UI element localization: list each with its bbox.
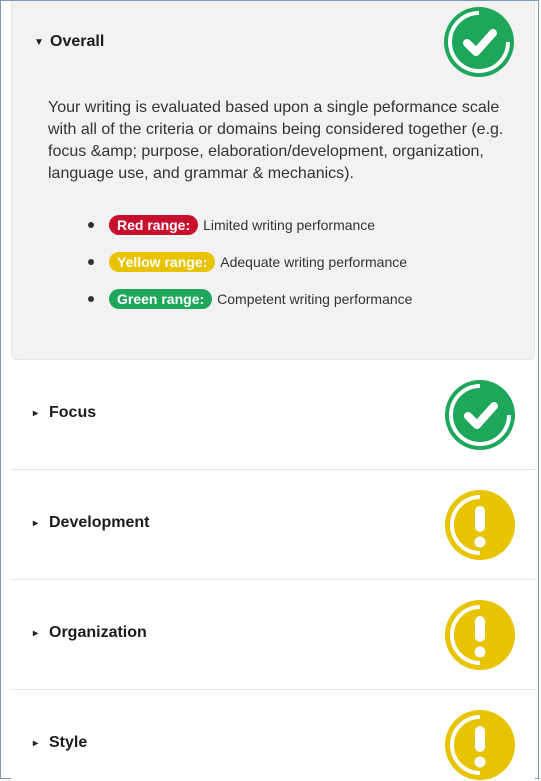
range-item-green: Green range: Competent writing performan… <box>82 280 412 317</box>
section-organization-header[interactable]: ▸ Organization <box>33 624 147 642</box>
caret-right-icon: ▸ <box>33 737 39 749</box>
section-style-title: Style <box>49 734 88 751</box>
yellow-range-badge: Yellow range: <box>109 251 216 272</box>
caret-right-icon: ▸ <box>33 407 39 419</box>
caret-right-icon: ▸ <box>33 517 39 529</box>
red-range-badge: Red range: <box>109 214 199 235</box>
exclamation-status-icon <box>445 600 515 670</box>
feedback-panel: ▼ Overall Your writing is evaluated base… <box>0 0 539 780</box>
range-item-red: Red range: Limited writing performance <box>82 206 412 243</box>
section-style-header[interactable]: ▸ Style <box>33 734 87 752</box>
yellow-range-text: Adequate writing performance <box>220 253 408 270</box>
caret-right-icon: ▸ <box>33 627 39 639</box>
section-focus[interactable]: ▸ Focus <box>11 360 535 470</box>
range-item-yellow: Yellow range: Adequate writing performan… <box>82 243 412 280</box>
section-style[interactable]: ▸ Style <box>11 690 535 780</box>
section-development-title: Development <box>49 514 150 531</box>
exclamation-status-icon <box>445 710 515 780</box>
overall-description: Your writing is evaluated based upon a s… <box>48 99 504 182</box>
bullet-icon <box>88 221 94 228</box>
section-overall-header[interactable]: ▼ Overall <box>34 33 104 51</box>
section-overall-title: Overall <box>50 33 105 50</box>
bullet-icon <box>88 258 94 265</box>
green-range-badge: Green range: <box>109 288 213 309</box>
green-range-text: Competent writing performance <box>217 290 413 307</box>
section-development-header[interactable]: ▸ Development <box>33 514 149 532</box>
caret-down-icon: ▼ <box>34 36 44 48</box>
section-focus-title: Focus <box>49 404 97 421</box>
check-status-icon <box>445 380 515 450</box>
range-list: Red range: Limited writing performance Y… <box>82 206 412 317</box>
section-focus-header[interactable]: ▸ Focus <box>33 404 96 422</box>
exclamation-status-icon <box>445 490 515 560</box>
red-range-text: Limited writing performance <box>203 216 376 233</box>
section-organization-title: Organization <box>49 624 147 641</box>
section-development[interactable]: ▸ Development <box>11 470 535 580</box>
check-status-icon <box>444 7 514 77</box>
section-overall: ▼ Overall Your writing is evaluated base… <box>11 1 535 360</box>
bullet-icon <box>88 295 94 302</box>
section-organization[interactable]: ▸ Organization <box>11 580 535 690</box>
